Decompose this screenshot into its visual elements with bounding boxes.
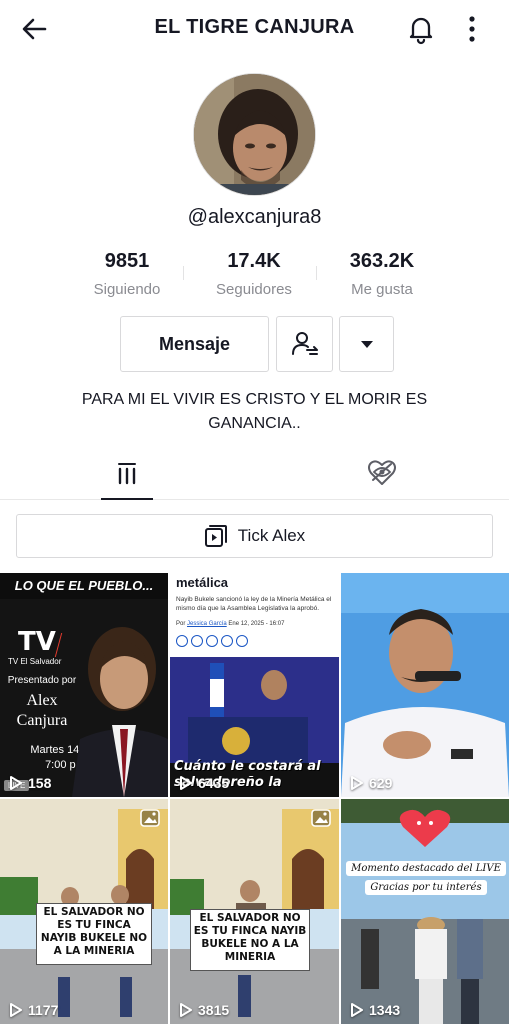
following-status-button[interactable] bbox=[276, 316, 333, 372]
caret-down-icon bbox=[360, 341, 373, 348]
video-thumbnail bbox=[341, 573, 509, 797]
byline-author: Jessica García bbox=[187, 621, 227, 627]
play-outline-icon bbox=[10, 1003, 22, 1017]
facebook-icon bbox=[191, 635, 203, 647]
video-tile[interactable]: 629 bbox=[341, 573, 509, 797]
profile-tabs bbox=[0, 446, 509, 500]
video-tile[interactable]: EL SALVADOR NO ES TU FINCA NAYIB BUKELE … bbox=[0, 799, 168, 1024]
view-count-value: 158 bbox=[28, 775, 52, 791]
view-count-value: 1177 bbox=[28, 1002, 59, 1018]
stat-likes-label: Me gusta bbox=[351, 281, 413, 298]
avatar[interactable] bbox=[193, 73, 316, 196]
active-tab-indicator bbox=[101, 498, 153, 500]
article-summary: Nayib Bukele sancionó la ley de la Miner… bbox=[176, 596, 332, 612]
play-outline-icon bbox=[351, 776, 363, 790]
highlight-line1: Momento destacado del LIVE bbox=[346, 861, 506, 876]
play-outline-icon bbox=[10, 776, 22, 790]
play-outline-icon bbox=[351, 1003, 363, 1017]
view-count: 6435 bbox=[179, 775, 229, 791]
highlight-overlay: Momento destacado del LIVE Gracias por t… bbox=[346, 861, 506, 895]
playlist-label: Tick Alex bbox=[237, 526, 306, 545]
view-count-value: 1343 bbox=[369, 1002, 401, 1018]
username: @alexcanjura8 bbox=[187, 206, 322, 228]
stat-followers-label: Seguidores bbox=[216, 281, 292, 298]
presenter-photo bbox=[72, 627, 168, 797]
email-icon bbox=[236, 635, 248, 647]
protest-sign: EL SALVADOR NO ES TU FINCA NAYIB BUKELE … bbox=[36, 903, 152, 965]
tab-videos[interactable] bbox=[100, 446, 154, 499]
video-grid: LO QUE EL PUEBLO... TV TV El Salvador Pr… bbox=[0, 573, 509, 1024]
view-count: 158 bbox=[9, 775, 51, 791]
protest-sign: EL SALVADOR NO ES TU FINCA NAYIB BUKELE … bbox=[190, 909, 310, 971]
play-outline-icon bbox=[180, 1003, 192, 1017]
stat-following-value: 9851 bbox=[104, 250, 150, 272]
playlist-icon bbox=[204, 525, 227, 547]
presenter-name: Alex Canjura bbox=[16, 692, 68, 729]
liked-hidden-icon bbox=[368, 460, 396, 485]
grid-lines-icon bbox=[118, 463, 136, 485]
view-count-value: 6435 bbox=[198, 775, 230, 791]
more-options-button[interactable] bbox=[458, 12, 486, 46]
avatar-portrait bbox=[194, 74, 315, 195]
byline-prefix: Por bbox=[176, 621, 186, 627]
whatsapp-icon bbox=[176, 635, 188, 647]
stat-divider bbox=[183, 266, 184, 280]
article-byline: Por Jessica García Ene 12, 2025 - 16:07 bbox=[176, 621, 336, 627]
top-bar: EL TIGRE CANJURA bbox=[0, 0, 509, 58]
stat-likes[interactable]: 363.2K Me gusta bbox=[322, 250, 442, 298]
video-top-text: LO QUE EL PUEBLO... bbox=[0, 573, 168, 599]
stat-following[interactable]: 9851 Siguiendo bbox=[67, 250, 187, 298]
stat-divider bbox=[316, 266, 317, 280]
bell-icon bbox=[409, 17, 433, 45]
stat-followers-value: 17.4K bbox=[227, 250, 281, 272]
video-tile[interactable]: EL SALVADOR NO ES TU FINCA NAYIB BUKELE … bbox=[170, 799, 339, 1024]
byline-date: Ene 12, 2025 - 16:07 bbox=[228, 621, 285, 627]
playlist-button[interactable]: Tick Alex bbox=[16, 514, 493, 558]
share-icons bbox=[176, 635, 248, 647]
view-count-value: 629 bbox=[369, 775, 393, 791]
tv-logo: TV bbox=[18, 625, 62, 657]
view-count: 629 bbox=[350, 775, 392, 791]
video-tile[interactable]: Momento destacado del LIVE Gracias por t… bbox=[341, 799, 509, 1024]
view-count: 1343 bbox=[350, 1002, 400, 1018]
photo-mode-icon bbox=[311, 809, 331, 827]
view-count-value: 3815 bbox=[198, 1002, 230, 1018]
stat-following-label: Siguiendo bbox=[93, 281, 161, 298]
heart-sticker-icon bbox=[399, 809, 451, 847]
play-outline-icon bbox=[180, 776, 192, 790]
bio: PARA MI EL VIVIR ES CRISTO Y EL MORIR ES… bbox=[81, 391, 428, 432]
article-headline: metálica bbox=[176, 575, 229, 590]
suggested-accounts-button[interactable] bbox=[339, 316, 394, 372]
presenter-label: Presentado por bbox=[7, 675, 77, 686]
twitter-icon bbox=[221, 635, 233, 647]
more-vertical-icon bbox=[469, 16, 475, 42]
message-button[interactable]: Mensaje bbox=[120, 316, 269, 372]
video-tile[interactable]: metálica Nayib Bukele sancionó la ley de… bbox=[170, 573, 339, 797]
highlight-line2: Gracias por tu interés bbox=[365, 880, 487, 895]
video-tile[interactable]: LO QUE EL PUEBLO... TV TV El Salvador Pr… bbox=[0, 573, 168, 797]
photo-mode-icon bbox=[140, 809, 160, 827]
view-count: 1177 bbox=[9, 1002, 58, 1018]
stat-likes-value: 363.2K bbox=[349, 250, 415, 272]
notifications-button[interactable] bbox=[404, 12, 438, 46]
tv-brand: TV El Salvador bbox=[8, 657, 62, 666]
link-icon bbox=[206, 635, 218, 647]
view-count: 3815 bbox=[179, 1002, 229, 1018]
stat-followers[interactable]: 17.4K Seguidores bbox=[194, 250, 314, 298]
user-following-icon bbox=[291, 332, 318, 355]
tab-liked[interactable] bbox=[366, 458, 398, 488]
